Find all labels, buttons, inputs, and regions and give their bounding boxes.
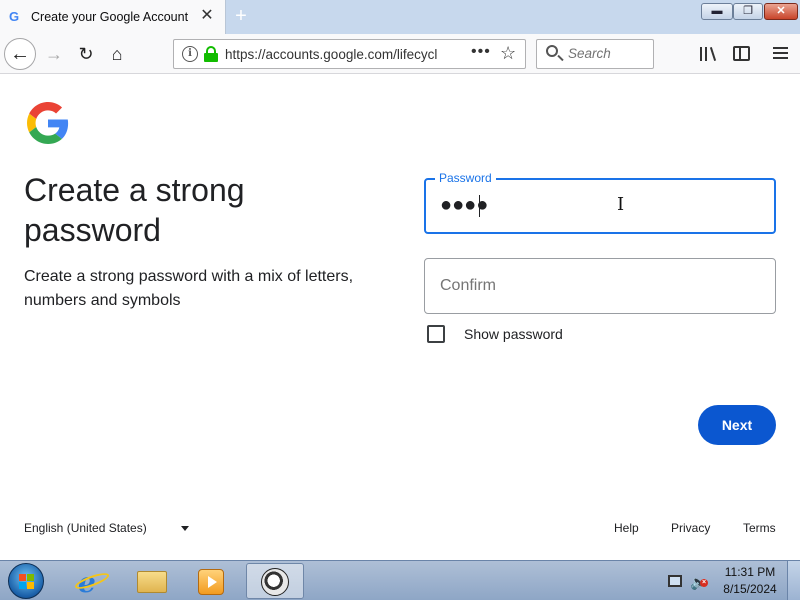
forward-button[interactable]: →	[40, 40, 68, 68]
network-icon[interactable]	[668, 575, 682, 587]
windows-flag-icon	[19, 574, 35, 590]
new-tab-icon[interactable]: +	[230, 5, 252, 27]
firefox-icon[interactable]	[246, 563, 304, 599]
browser-tab[interactable]: G Create your Google Account ✕	[0, 0, 226, 34]
library-icon[interactable]	[700, 46, 718, 62]
hamburger-menu-icon[interactable]	[773, 47, 788, 60]
bookmark-star-icon[interactable]: ☆	[500, 43, 516, 64]
lock-icon[interactable]	[204, 46, 218, 62]
dropdown-arrow-icon[interactable]	[181, 526, 189, 531]
password-value[interactable]: ●●●●	[440, 194, 488, 217]
language-selector[interactable]: English (United States)	[24, 521, 147, 535]
search-icon	[546, 45, 558, 57]
tab-title: Create your Google Account	[31, 10, 189, 24]
help-link[interactable]: Help	[614, 521, 639, 535]
file-explorer-icon[interactable]	[124, 563, 180, 599]
window-close-button[interactable]: ✕	[764, 3, 798, 20]
confirm-input[interactable]	[440, 277, 740, 295]
back-button[interactable]: ←	[4, 38, 36, 70]
text-caret	[479, 195, 480, 217]
page-actions-icon[interactable]: •••	[471, 43, 491, 61]
show-password-checkbox[interactable]	[427, 325, 445, 343]
media-player-icon[interactable]	[184, 563, 240, 599]
show-desktop-button[interactable]	[787, 561, 800, 600]
clock-time[interactable]: 11:31 PM	[718, 565, 782, 579]
url-text[interactable]: https://accounts.google.com/lifecycle/st…	[225, 47, 437, 62]
mute-indicator-icon: ×	[700, 579, 708, 587]
clock-date[interactable]: 8/15/2024	[718, 582, 782, 596]
tab-bar: G Create your Google Account ✕ + ▬ ❐ ✕	[0, 0, 800, 34]
next-button[interactable]: Next	[698, 405, 776, 445]
window-maximize-button[interactable]: ❐	[733, 3, 763, 20]
tab-close-icon[interactable]: ✕	[199, 8, 215, 24]
page-subtext: Create a strong password with a mix of l…	[24, 268, 354, 309]
google-favicon-icon: G	[9, 9, 20, 24]
confirm-password-field[interactable]	[424, 258, 776, 314]
search-bar[interactable]: Search	[536, 39, 654, 69]
window-minimize-button[interactable]: ▬	[701, 3, 733, 20]
google-logo	[27, 102, 69, 144]
password-label: Password	[435, 171, 496, 185]
sidebar-icon[interactable]	[733, 46, 750, 61]
privacy-link[interactable]: Privacy	[671, 521, 710, 535]
ibeam-cursor-icon: I	[617, 194, 625, 215]
url-bar[interactable]: i https://accounts.google.com/lifecycle/…	[173, 39, 526, 69]
site-info-icon[interactable]: i	[182, 46, 198, 62]
navigation-toolbar: ← → ↻ ⌂ i https://accounts.google.com/li…	[0, 34, 800, 74]
terms-link[interactable]: Terms	[743, 521, 776, 535]
home-button[interactable]: ⌂	[103, 40, 131, 68]
search-placeholder: Search	[568, 46, 611, 61]
page-heading: Create a strong password	[24, 172, 245, 248]
reload-button[interactable]: ↻	[72, 40, 100, 68]
start-button[interactable]	[8, 563, 44, 599]
show-password-label[interactable]: Show password	[464, 326, 563, 342]
internet-explorer-icon[interactable]: e	[64, 563, 120, 599]
password-field[interactable]: Password ●●●● I	[424, 171, 776, 234]
